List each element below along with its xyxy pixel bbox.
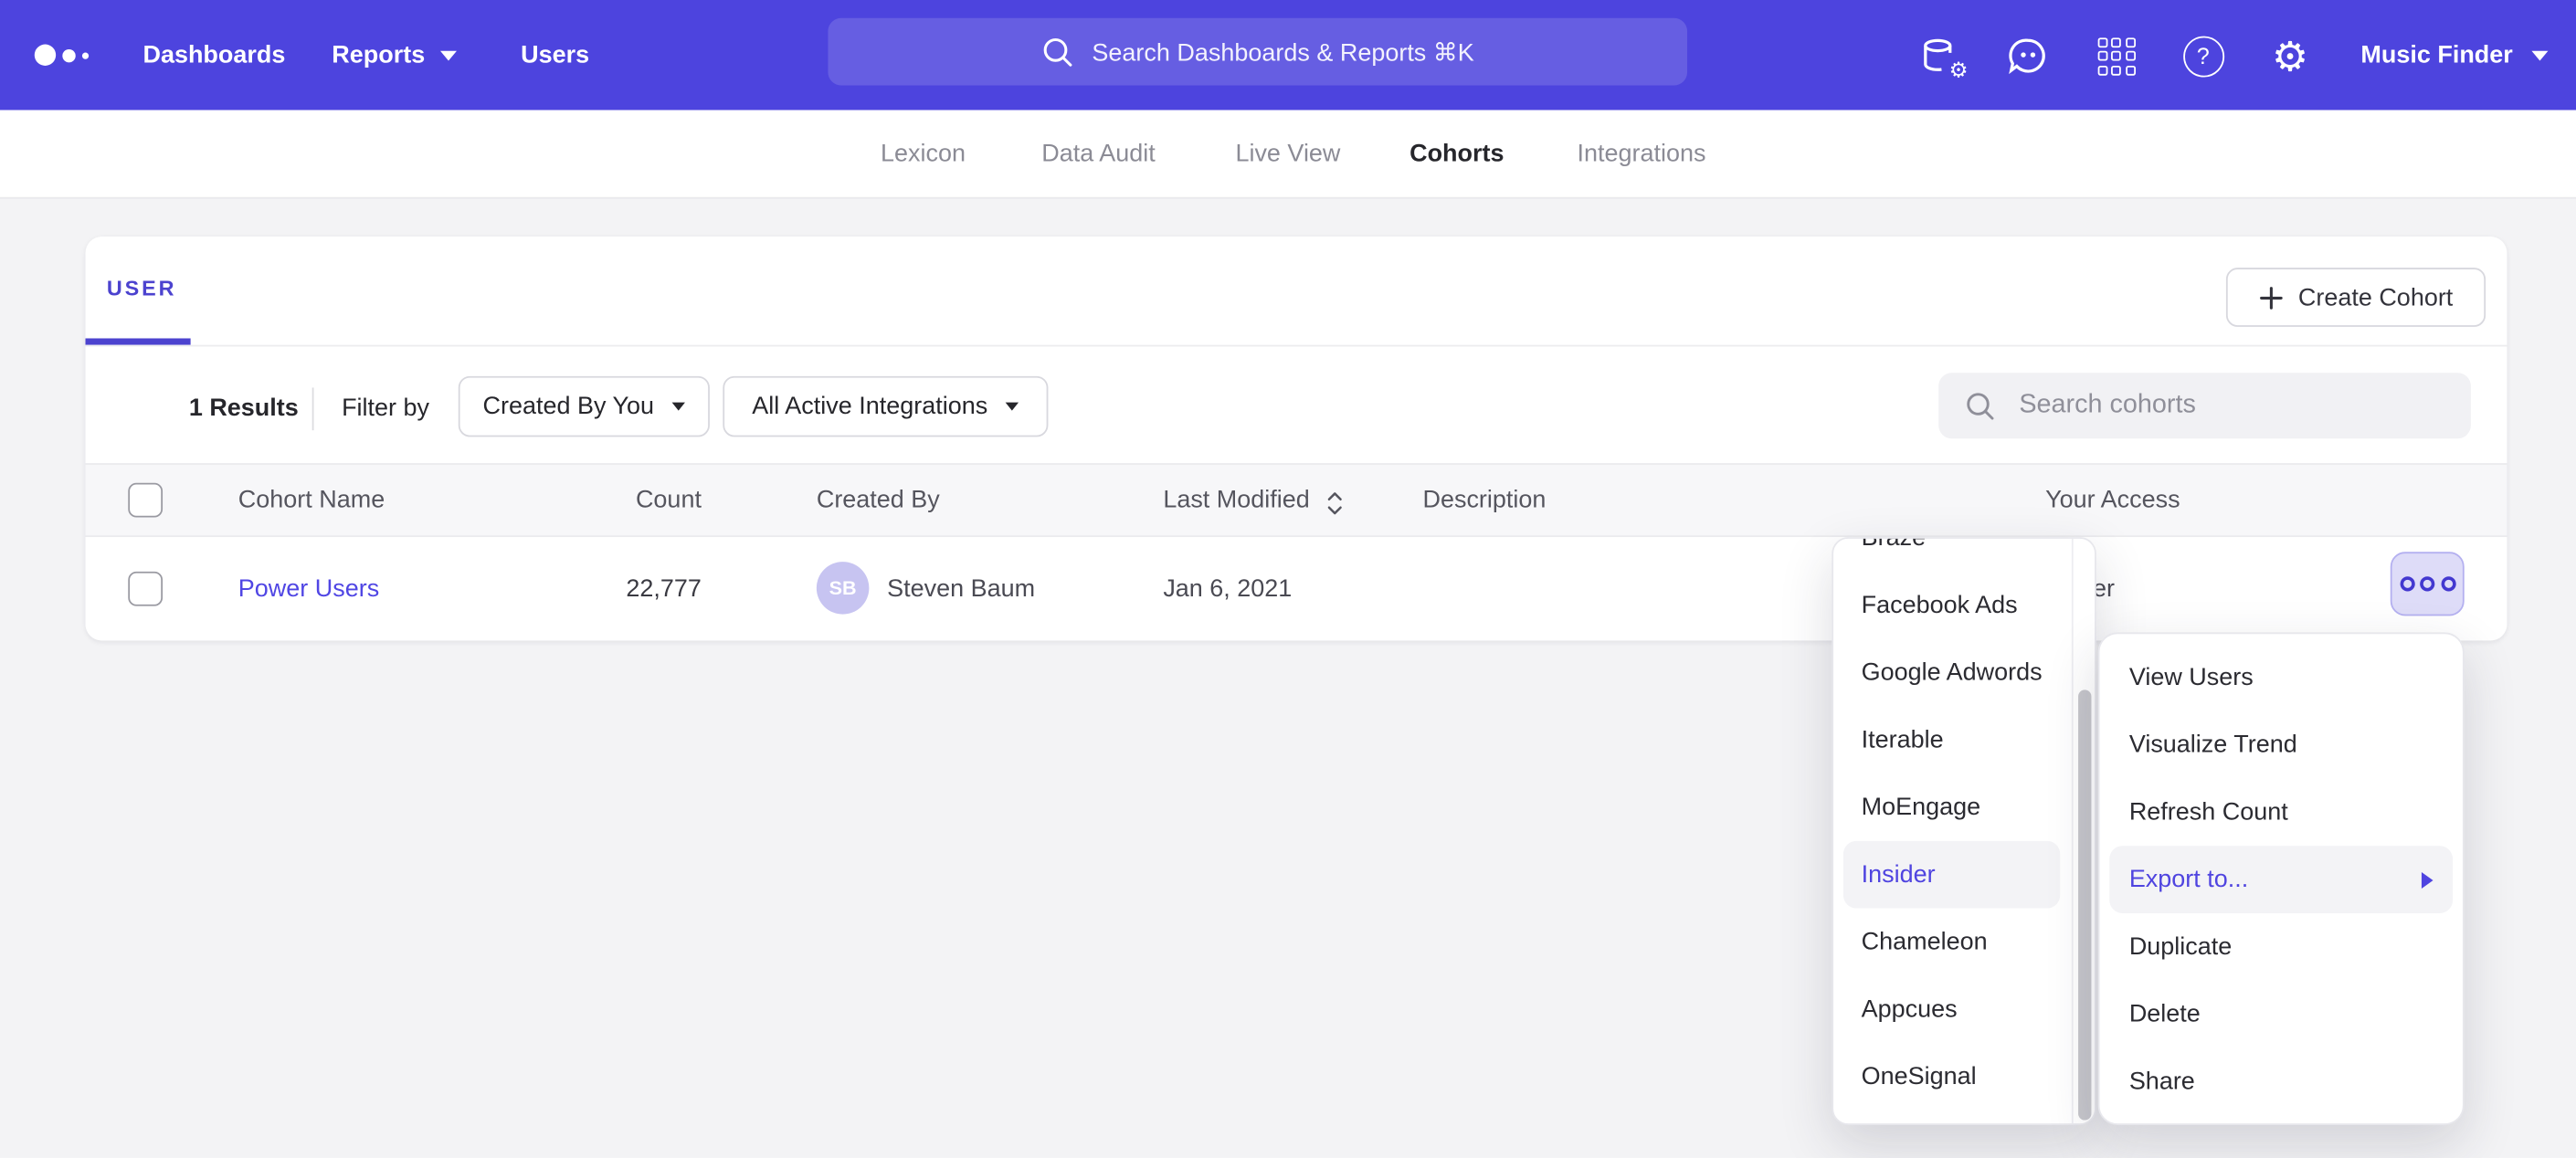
menu-scrollbar[interactable] — [2078, 690, 2091, 1120]
app-window: Dashboards Reports Users Search Dashboar… — [0, 0, 2576, 1158]
tab-integrations[interactable]: Integrations — [1578, 110, 1706, 196]
dot-icon — [2400, 576, 2414, 591]
project-selector[interactable]: Music Finder — [2360, 0, 2547, 110]
tab-live-view[interactable]: Live View — [1235, 110, 1340, 196]
search-icon — [1041, 36, 1074, 68]
menu-item-duplicate[interactable]: Duplicate — [2099, 913, 2462, 981]
project-name: Music Finder — [2360, 41, 2512, 69]
tab-cohorts[interactable]: Cohorts — [1409, 110, 1504, 196]
menu-item-visualize-trend[interactable]: Visualize Trend — [2099, 711, 2462, 779]
menu-item-google-adwords[interactable]: Google Adwords — [1833, 639, 2095, 707]
divider — [312, 387, 314, 430]
sort-icon[interactable] — [1325, 490, 1344, 518]
menu-item-export-to[interactable]: Export to... — [2109, 846, 2453, 913]
dot-icon — [2420, 576, 2434, 591]
chevron-down-icon — [439, 50, 456, 60]
creator-avatar: SB — [817, 562, 870, 615]
chevron-down-icon — [2531, 50, 2548, 60]
table-header: Cohort Name Count Created By Last Modifi… — [86, 463, 2507, 537]
menu-item-share[interactable]: Share — [2099, 1047, 2462, 1115]
results-count: 1 Results — [189, 395, 299, 423]
menu-item-moengage[interactable]: MoEngage — [1833, 774, 2095, 841]
search-icon — [1965, 390, 1996, 421]
export-destinations-menu: Braze Facebook Ads Google Adwords Iterab… — [1832, 537, 2096, 1125]
cohorts-card: USER Create Cohort 1 Results Filter by C… — [86, 237, 2507, 640]
menu-item-facebook-ads[interactable]: Facebook Ads — [1833, 572, 2095, 639]
nav-dashboards[interactable]: Dashboards — [143, 0, 285, 110]
tab-data-audit[interactable]: Data Audit — [1041, 110, 1155, 196]
nav-reports[interactable]: Reports — [332, 0, 456, 110]
chevron-down-icon — [1006, 403, 1019, 411]
submenu-arrow-icon — [2422, 871, 2433, 888]
menu-item-chameleon[interactable]: Chameleon — [1833, 909, 2095, 976]
settings-gear-icon[interactable]: ⚙ — [2265, 31, 2315, 80]
created-by-filter-dropdown[interactable]: Created By You — [459, 376, 710, 437]
last-modified-date: Jan 6, 2021 — [1163, 574, 1292, 603]
user-tab-underline — [86, 338, 191, 344]
cohort-name-link[interactable]: Power Users — [238, 574, 379, 603]
tab-lexicon[interactable]: Lexicon — [881, 110, 966, 196]
chevron-down-icon — [672, 403, 685, 411]
menu-item-braze[interactable]: Braze — [1833, 537, 2095, 572]
section-tabs: Lexicon Data Audit Live View Cohorts Int… — [0, 110, 2576, 196]
help-icon[interactable]: ? — [2179, 31, 2228, 80]
tab-user-cohorts[interactable]: USER — [107, 276, 176, 300]
menu-item-appcues[interactable]: Appcues — [1833, 975, 2095, 1043]
global-search-input[interactable]: Search Dashboards & Reports ⌘K — [828, 18, 1687, 86]
select-all-checkbox[interactable] — [128, 483, 163, 518]
create-cohort-label: Create Cohort — [2298, 283, 2453, 311]
creator-name: Steven Baum — [887, 574, 1035, 603]
row-actions-menu: View Users Visualize Trend Refresh Count… — [2098, 632, 2465, 1125]
cohort-count: 22,777 — [578, 574, 702, 603]
plus-icon — [2259, 285, 2284, 310]
row-checkbox[interactable] — [128, 572, 163, 606]
menu-item-refresh-count[interactable]: Refresh Count — [2099, 778, 2462, 846]
header-cohort-name: Cohort Name — [238, 486, 385, 514]
cohort-search-box[interactable] — [1938, 373, 2471, 438]
menu-item-insider[interactable]: Insider — [1843, 841, 2060, 909]
create-cohort-button[interactable]: Create Cohort — [2226, 268, 2486, 327]
cohort-search-input[interactable] — [2016, 389, 2433, 422]
header-description: Description — [1422, 486, 1546, 514]
mini-gear-icon: ⚙ — [1949, 61, 1969, 82]
table-row: Power Users 22,777 SB Steven Baum Jan 6,… — [86, 537, 2507, 640]
dot-icon — [2441, 576, 2455, 591]
integrations-filter-dropdown[interactable]: All Active Integrations — [723, 376, 1048, 437]
apps-grid-icon[interactable] — [2091, 31, 2140, 80]
menu-item-iterable[interactable]: Iterable — [1833, 706, 2095, 774]
nav-users[interactable]: Users — [521, 0, 589, 110]
header-last-modified[interactable]: Last Modified — [1163, 486, 1309, 514]
row-actions-button[interactable] — [2391, 552, 2465, 616]
feedback-chat-icon[interactable] — [2002, 31, 2052, 80]
app-logo-icon[interactable] — [35, 0, 89, 110]
filter-by-label: Filter by — [342, 395, 429, 423]
header-count: Count — [578, 486, 702, 514]
menu-item-onesignal[interactable]: OneSignal — [1833, 1043, 2095, 1111]
top-nav: Dashboards Reports Users Search Dashboar… — [0, 0, 2576, 110]
header-created-by: Created By — [817, 486, 940, 514]
header-your-access: Your Access — [2045, 486, 2180, 514]
global-search-placeholder: Search Dashboards & Reports ⌘K — [1092, 37, 1473, 66]
menu-item-view-users[interactable]: View Users — [2099, 644, 2462, 711]
data-management-icon[interactable]: ⚙ — [1916, 31, 1965, 80]
menu-item-delete[interactable]: Delete — [2099, 981, 2462, 1048]
divider — [2072, 539, 2074, 1123]
divider — [86, 345, 2507, 347]
